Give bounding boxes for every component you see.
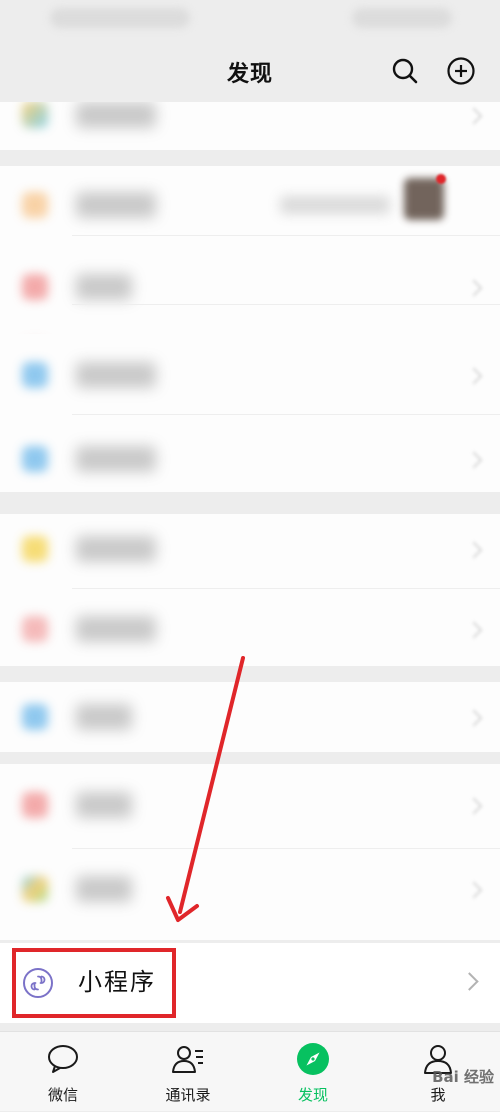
chevron-right-icon xyxy=(465,881,483,899)
blurred-label xyxy=(76,274,132,300)
chevron-right-icon xyxy=(465,541,483,559)
tab-chats[interactable]: 微信 xyxy=(8,1032,118,1112)
tab-label: 发现 xyxy=(297,1086,328,1104)
tab-bar: 微信 通讯录 发现 我 xyxy=(0,1031,500,1111)
blurred-icon xyxy=(22,536,48,562)
highlight-box xyxy=(12,948,176,1018)
blurred-preview-text xyxy=(280,196,390,214)
blurred-icon xyxy=(22,102,48,128)
red-dot-badge xyxy=(436,174,446,184)
watermark: Bai 经验 xyxy=(432,1068,494,1086)
tab-label: 微信 xyxy=(47,1086,78,1104)
chevron-right-icon xyxy=(465,367,483,385)
divider xyxy=(72,414,500,415)
list-item[interactable] xyxy=(0,682,500,752)
divider xyxy=(72,304,500,305)
page-title: 发现 xyxy=(226,62,273,87)
blurred-label xyxy=(76,192,156,218)
list-group xyxy=(0,334,500,492)
search-icon[interactable] xyxy=(390,56,420,86)
discover-list-blurred xyxy=(0,102,500,940)
contacts-icon xyxy=(172,1046,203,1073)
blurred-label xyxy=(76,362,156,388)
chevron-right-icon xyxy=(465,279,483,297)
blurred-avatar xyxy=(404,178,444,220)
chevron-right-icon xyxy=(465,709,483,727)
blurred-icon xyxy=(22,362,48,388)
blurred-icon xyxy=(22,192,48,218)
chevron-right-icon xyxy=(465,621,483,639)
blurred-icon xyxy=(22,792,48,818)
tab-contacts[interactable]: 通讯录 xyxy=(133,1032,243,1112)
status-bar-time-blur xyxy=(50,8,190,28)
blurred-icon xyxy=(22,876,48,902)
blurred-label xyxy=(76,792,132,818)
tab-label: 我 xyxy=(430,1086,446,1104)
blurred-label xyxy=(76,102,156,128)
blurred-icon xyxy=(22,616,48,642)
chevron-right-icon xyxy=(460,972,479,991)
tab-label: 通讯录 xyxy=(165,1086,211,1104)
plus-circle-icon[interactable] xyxy=(446,56,476,86)
list-item[interactable] xyxy=(0,102,500,150)
blurred-label xyxy=(76,616,156,642)
blurred-icon xyxy=(22,446,48,472)
compass-icon xyxy=(297,1043,329,1075)
chevron-right-icon xyxy=(465,107,483,125)
blurred-label xyxy=(76,876,132,902)
chevron-right-icon xyxy=(465,451,483,469)
blurred-icon xyxy=(22,274,48,300)
blurred-label xyxy=(76,536,156,562)
blurred-label xyxy=(76,704,132,730)
chat-bubble-icon xyxy=(48,1045,78,1073)
divider xyxy=(72,588,500,589)
blurred-icon xyxy=(22,704,48,730)
divider xyxy=(72,235,500,236)
status-bar-indicators-blur xyxy=(352,8,452,28)
chevron-right-icon xyxy=(465,797,483,815)
status-bar xyxy=(0,0,500,40)
divider xyxy=(72,848,500,849)
list-group xyxy=(0,764,500,940)
tab-discover[interactable]: 发现 xyxy=(258,1032,368,1112)
list-group xyxy=(0,514,500,666)
nav-bar: 发现 xyxy=(0,40,500,102)
blurred-label xyxy=(76,446,156,472)
